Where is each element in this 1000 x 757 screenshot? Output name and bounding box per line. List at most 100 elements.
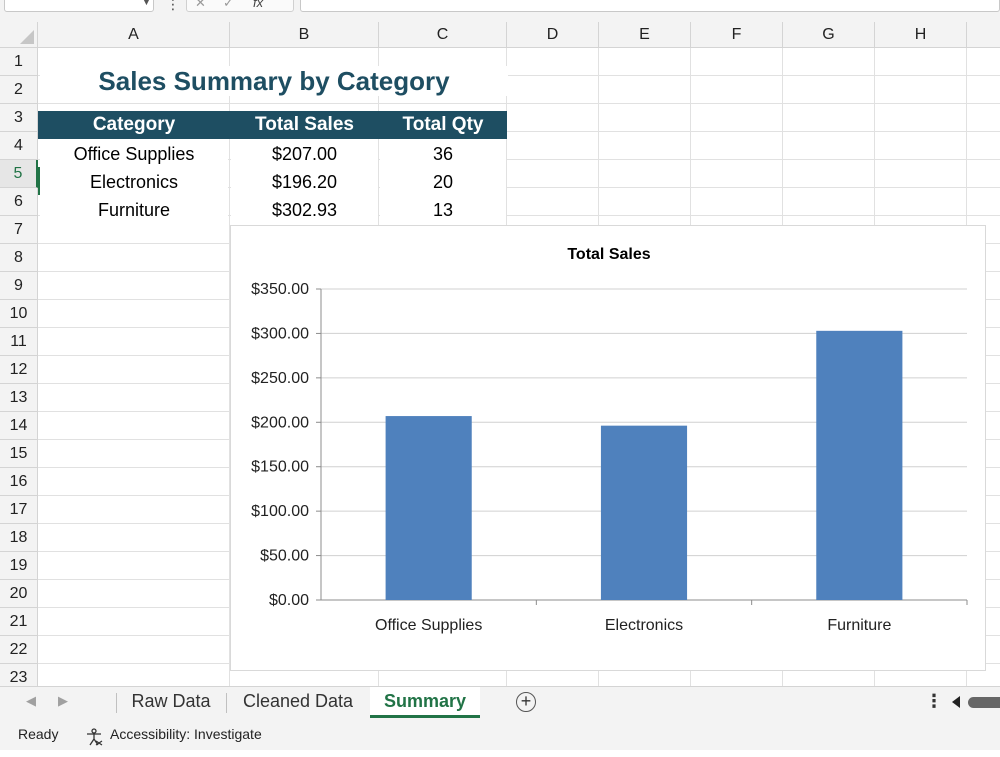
grid-cell[interactable] <box>783 76 875 104</box>
column-header-f[interactable]: F <box>691 22 783 48</box>
column-header-g[interactable]: G <box>783 22 875 48</box>
grid-cell[interactable] <box>967 104 1000 132</box>
scroll-tabs-right-icon[interactable]: ▶ <box>58 693 68 709</box>
scroll-left-icon[interactable] <box>952 696 960 708</box>
grid-cell[interactable] <box>38 524 230 552</box>
row-header-20[interactable]: 20 <box>0 580 38 608</box>
tab-raw-data[interactable]: Raw Data <box>118 687 224 718</box>
grid-cell[interactable] <box>38 608 230 636</box>
grid-cell[interactable] <box>599 104 691 132</box>
cell-total-sales[interactable]: $302.93 <box>231 196 378 224</box>
grid-cell[interactable] <box>38 384 230 412</box>
grid-cell[interactable] <box>967 76 1000 104</box>
row-header-7[interactable]: 7 <box>0 216 38 244</box>
grid-cell[interactable] <box>875 188 967 216</box>
grid-cell[interactable] <box>38 412 230 440</box>
column-header-e[interactable]: E <box>599 22 691 48</box>
row-header-11[interactable]: 11 <box>0 328 38 356</box>
grid-cell[interactable] <box>875 160 967 188</box>
grid-cell[interactable] <box>875 132 967 160</box>
chart-bar[interactable] <box>816 330 903 600</box>
grid-cell[interactable] <box>967 160 1000 188</box>
grid-cell[interactable] <box>691 48 783 76</box>
cell-category[interactable]: Office Supplies <box>40 140 228 168</box>
grid-cell[interactable] <box>599 188 691 216</box>
column-header-a[interactable]: A <box>38 22 230 48</box>
cell-category[interactable]: Electronics <box>40 168 228 196</box>
column-header-h[interactable]: H <box>875 22 967 48</box>
column-header-c[interactable]: C <box>379 22 507 48</box>
row-header-4[interactable]: 4 <box>0 132 38 160</box>
accessibility-icon[interactable] <box>84 725 104 757</box>
grid-cell[interactable] <box>783 132 875 160</box>
row-header-9[interactable]: 9 <box>0 272 38 300</box>
row-header-2[interactable]: 2 <box>0 76 38 104</box>
chevron-down-icon[interactable]: ▼ <box>142 0 151 7</box>
worksheet-grid[interactable]: A B C D E F G H 1 2 3 4 5 6 7 8 9 10 11 12 13 14 15 16 1… <box>0 22 1000 686</box>
grid-cell[interactable] <box>783 160 875 188</box>
row-header-15[interactable]: 15 <box>0 440 38 468</box>
row-header-10[interactable]: 10 <box>0 300 38 328</box>
row-header-18[interactable]: 18 <box>0 524 38 552</box>
more-options-icon[interactable]: ⋮ <box>925 691 943 712</box>
grid-cell[interactable] <box>507 160 599 188</box>
chart-total-sales[interactable]: Total Sales $0.00 $50.00 $100.00 $150.00 $20… <box>230 225 986 671</box>
row-header-21[interactable]: 21 <box>0 608 38 636</box>
column-header-b[interactable]: B <box>230 22 379 48</box>
grid-cell[interactable] <box>783 104 875 132</box>
cell-total-qty[interactable]: 36 <box>380 140 506 168</box>
grid-cell[interactable] <box>691 132 783 160</box>
grid-cell[interactable] <box>691 104 783 132</box>
grid-cell[interactable] <box>38 244 230 272</box>
grid-cell[interactable] <box>875 48 967 76</box>
grid-cell[interactable] <box>691 160 783 188</box>
grid-cell[interactable] <box>967 188 1000 216</box>
grid-cell[interactable] <box>38 468 230 496</box>
row-header-22[interactable]: 22 <box>0 636 38 664</box>
fx-icon[interactable]: fx <box>253 0 263 13</box>
grid-cell[interactable] <box>783 48 875 76</box>
grid-cell[interactable] <box>691 188 783 216</box>
grid-cell[interactable] <box>38 580 230 608</box>
grid-cell[interactable] <box>38 300 230 328</box>
grid-cell[interactable] <box>38 636 230 664</box>
row-header-14[interactable]: 14 <box>0 412 38 440</box>
row-header-6[interactable]: 6 <box>0 188 38 216</box>
row-header-1[interactable]: 1 <box>0 48 38 76</box>
cell-total-sales[interactable]: $207.00 <box>231 140 378 168</box>
row-header-23[interactable]: 23 <box>0 664 38 686</box>
tab-summary[interactable]: Summary <box>370 687 480 718</box>
grid-cell[interactable] <box>507 76 599 104</box>
grid-cell[interactable] <box>599 132 691 160</box>
cell-total-qty[interactable]: 13 <box>380 196 506 224</box>
row-header-17[interactable]: 17 <box>0 496 38 524</box>
grid-cell[interactable] <box>38 664 230 686</box>
cell-category[interactable]: Furniture <box>40 196 228 224</box>
grid-cell[interactable] <box>967 132 1000 160</box>
cell-total-sales[interactable]: $196.20 <box>231 168 378 196</box>
grid-cell[interactable] <box>38 272 230 300</box>
name-box[interactable] <box>4 0 154 12</box>
grid-cell[interactable] <box>599 48 691 76</box>
grid-cell[interactable] <box>38 552 230 580</box>
enter-icon[interactable]: ✓ <box>223 0 234 13</box>
cell-total-qty[interactable]: 20 <box>380 168 506 196</box>
row-header-19[interactable]: 19 <box>0 552 38 580</box>
row-header-12[interactable]: 12 <box>0 356 38 384</box>
tab-cleaned-data[interactable]: Cleaned Data <box>228 687 368 718</box>
header-total-sales[interactable]: Total Sales <box>230 111 379 139</box>
grid-cell[interactable] <box>38 356 230 384</box>
chart-bar[interactable] <box>385 416 472 600</box>
grid-cell[interactable] <box>38 440 230 468</box>
grid-cell[interactable] <box>507 132 599 160</box>
accessibility-status[interactable]: Accessibility: Investigate <box>110 718 262 750</box>
cancel-icon[interactable]: ✕ <box>195 0 206 13</box>
grid-cell[interactable] <box>507 104 599 132</box>
grid-cell[interactable] <box>507 188 599 216</box>
add-sheet-button[interactable]: + <box>516 692 536 712</box>
row-header-3[interactable]: 3 <box>0 104 38 132</box>
grid-cell[interactable] <box>599 160 691 188</box>
grid-cell[interactable] <box>875 76 967 104</box>
grid-cell[interactable] <box>691 76 783 104</box>
grid-cell[interactable] <box>783 188 875 216</box>
